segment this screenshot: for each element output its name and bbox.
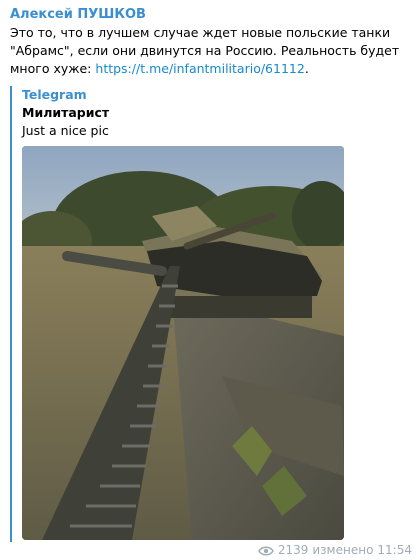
author-name[interactable]: Алексей ПУШКОВ	[10, 7, 146, 22]
message-link[interactable]: https://t.me/infantmilitario/61112	[95, 61, 304, 76]
message-time: 11:54	[377, 543, 412, 557]
views-eye-icon	[258, 545, 274, 556]
preview-photo[interactable]	[22, 146, 344, 540]
views-count: 2139	[277, 543, 309, 557]
forwarded-preview[interactable]: Telegram Милитарист Just a nice pic	[10, 86, 412, 542]
edited-label: изменено	[312, 543, 374, 557]
message-text: Это то, что в лучшем случае ждет новые п…	[10, 24, 408, 78]
preview-caption: Just a nice pic	[22, 123, 109, 138]
preview-source: Telegram	[22, 87, 87, 102]
message-trailing: .	[304, 61, 309, 76]
preview-title: Милитарист	[22, 105, 110, 120]
chat-message: Алексей ПУШКОВ Это то, что в лучшем случ…	[0, 0, 420, 560]
message-meta: 2139 изменено 11:54	[258, 543, 412, 557]
